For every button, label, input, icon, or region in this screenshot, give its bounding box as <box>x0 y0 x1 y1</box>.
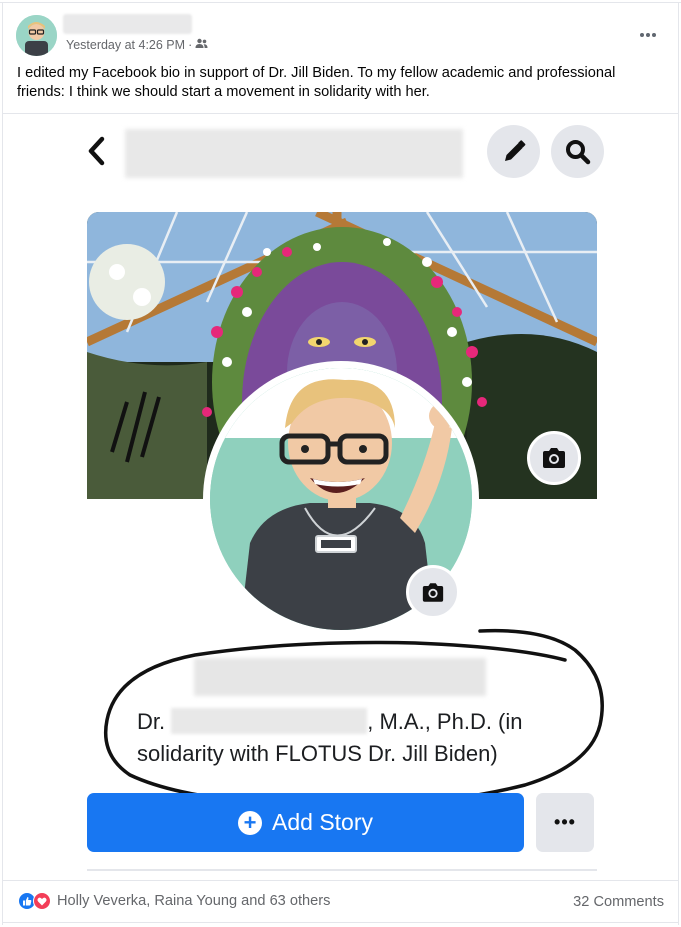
add-story-button: + Add Story <box>87 793 524 852</box>
profile-title-redacted <box>125 129 463 178</box>
post-bottom-divider <box>3 922 678 923</box>
add-story-label: Add Story <box>272 809 373 835</box>
post-footer-divider <box>3 880 678 881</box>
post-options-icon[interactable] <box>639 22 657 42</box>
avatar-cartoon <box>16 15 57 56</box>
back-arrow-icon <box>86 136 106 172</box>
friends-icon <box>195 38 208 52</box>
post-meta: Yesterday at 4:26 PM · <box>66 38 208 52</box>
love-reaction-icon <box>33 892 51 910</box>
edit-pencil-icon <box>487 125 540 178</box>
screenshot-bottom-divider <box>87 869 597 871</box>
profile-camera-icon <box>406 565 460 619</box>
author-name-redacted[interactable] <box>63 14 192 34</box>
card-left-border <box>2 2 3 925</box>
hand-drawn-circle-annotation <box>103 628 604 808</box>
comments-count-link[interactable]: 32 Comments <box>573 894 664 910</box>
reactions-summary[interactable]: Holly Veverka, Raina Young and 63 others <box>18 892 330 910</box>
post-timestamp[interactable]: Yesterday at 4:26 PM <box>66 38 185 52</box>
plus-circle-icon: + <box>238 810 262 835</box>
card-top-border <box>0 2 681 3</box>
meta-separator: · <box>188 38 193 52</box>
search-icon <box>551 125 604 178</box>
profile-more-button: ••• <box>536 793 594 852</box>
author-avatar[interactable] <box>16 15 57 56</box>
reactions-text: Holly Veverka, Raina Young and 63 others <box>57 893 331 909</box>
cover-camera-icon <box>527 431 581 485</box>
card-right-border <box>678 2 679 925</box>
reaction-icons <box>18 892 51 910</box>
post-body-text: I edited my Facebook bio in support of D… <box>17 65 616 100</box>
